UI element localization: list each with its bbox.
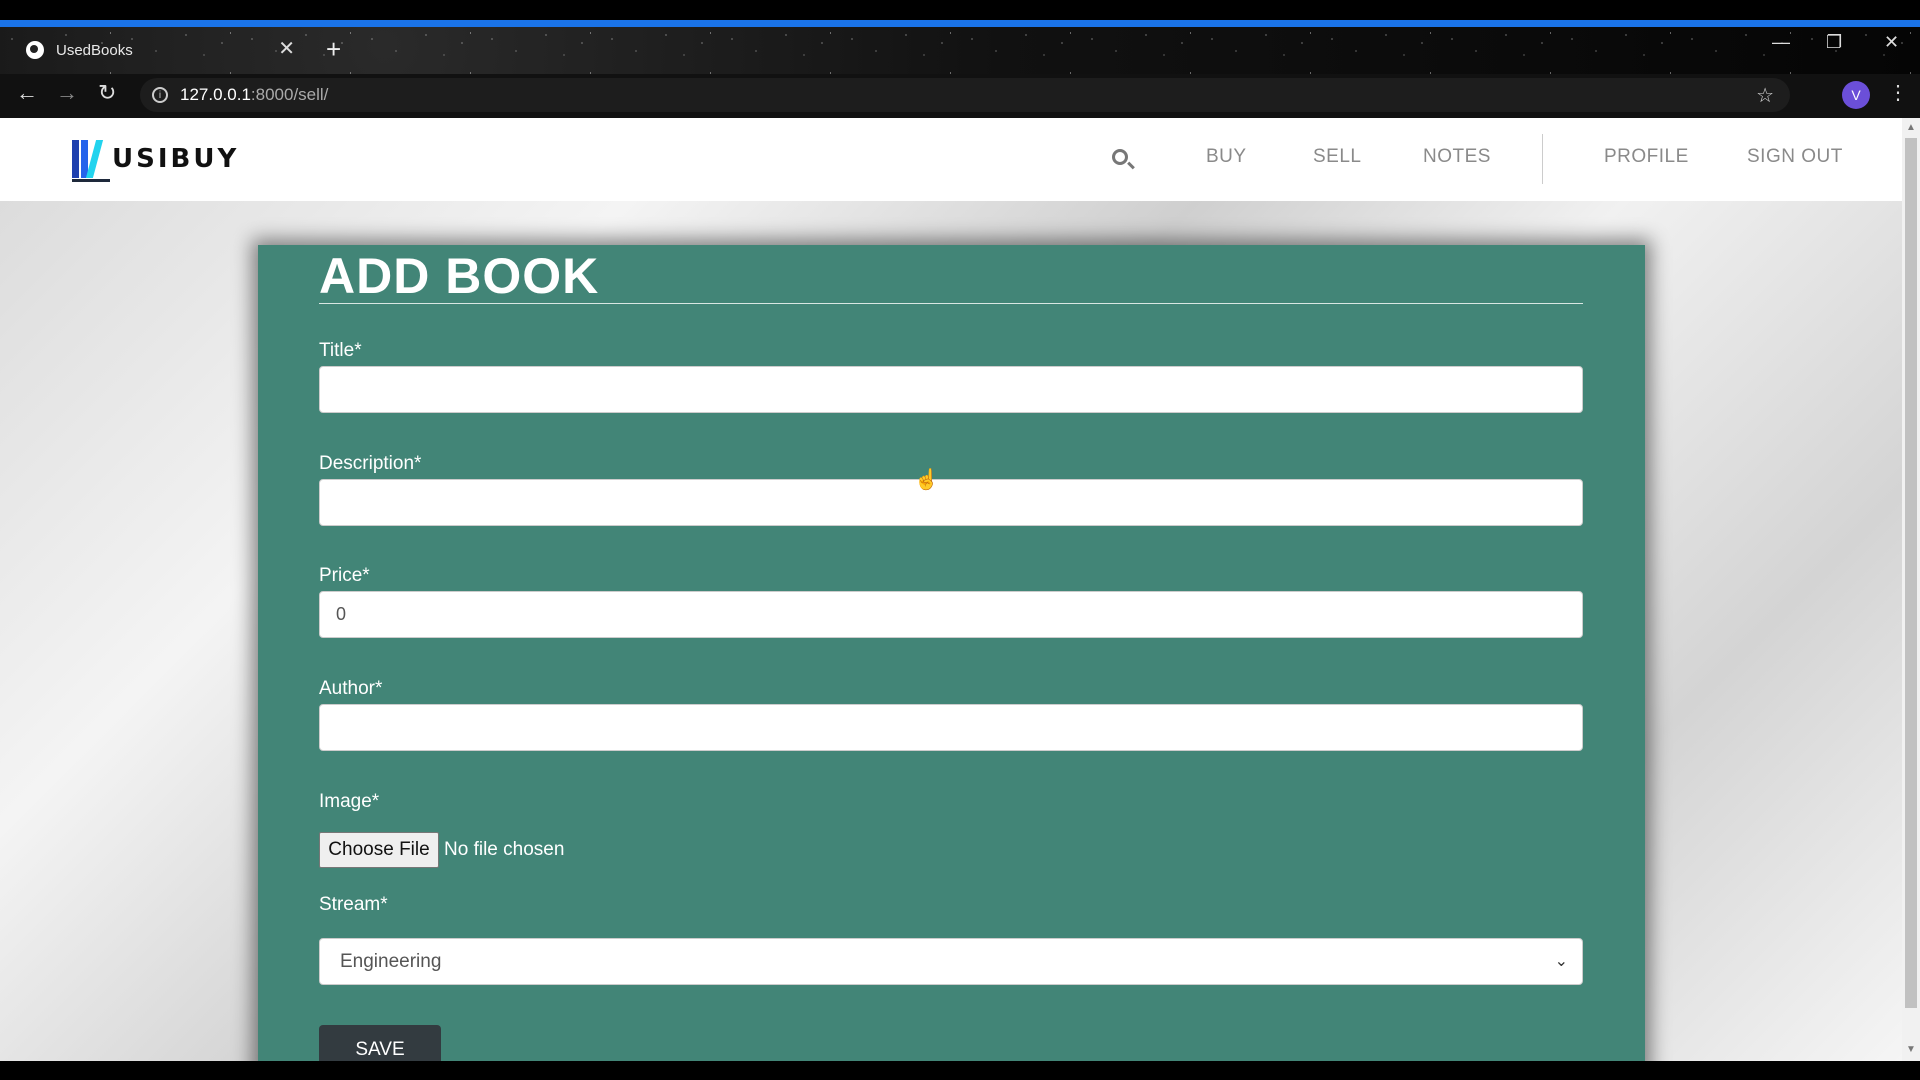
kebab-menu-icon[interactable]: ⋮ (1888, 80, 1908, 105)
browser-tab[interactable]: UsedBooks ✕ (12, 32, 307, 68)
form-heading: ADD BOOK (319, 248, 600, 304)
favicon-icon (26, 41, 44, 59)
nav-notes[interactable]: NOTES (1423, 146, 1491, 168)
file-status: No file chosen (444, 839, 565, 860)
browser-accent-bar (0, 20, 1920, 27)
page-scrollbar[interactable]: ▲ ▼ (1902, 118, 1920, 1061)
image-label: Image* (319, 791, 380, 812)
forward-icon[interactable]: → (56, 80, 78, 106)
bookmark-star-icon[interactable]: ☆ (1756, 83, 1774, 108)
author-label: Author* (319, 678, 383, 699)
close-window-icon[interactable]: ✕ (1884, 32, 1899, 53)
scrollbar-thumb[interactable] (1905, 138, 1917, 1008)
page-viewport: USIBUY BUY SELL NOTES PROFILE SIGN OUT A… (0, 118, 1902, 1061)
save-button[interactable]: SAVE (319, 1025, 441, 1061)
nav-sign-out[interactable]: SIGN OUT (1747, 146, 1843, 168)
scroll-up-icon[interactable]: ▲ (1906, 122, 1916, 133)
title-input[interactable] (319, 366, 1583, 413)
profile-avatar[interactable]: V (1842, 81, 1870, 109)
choose-file-button[interactable]: Choose File (319, 832, 439, 868)
nav-profile[interactable]: PROFILE (1604, 146, 1689, 168)
author-input[interactable] (319, 704, 1583, 751)
minimize-icon[interactable]: — (1772, 32, 1790, 53)
search-icon[interactable] (1112, 149, 1128, 165)
back-icon[interactable]: ← (16, 80, 38, 106)
url-host: 127.0.0.1 (180, 85, 251, 104)
window-bottom-strip (0, 1061, 1920, 1080)
hand-cursor-icon: ☝ (914, 469, 939, 491)
description-input[interactable] (319, 479, 1583, 526)
logo-text: USIBUY (112, 144, 240, 174)
site-header: USIBUY BUY SELL NOTES PROFILE SIGN OUT (0, 118, 1902, 201)
price-label: Price* (319, 565, 370, 586)
description-label: Description* (319, 453, 422, 474)
price-input[interactable] (319, 591, 1583, 638)
site-logo[interactable]: USIBUY (70, 136, 239, 182)
books-logo-icon (70, 136, 110, 182)
stream-select[interactable]: Engineering ⌄ (319, 938, 1583, 985)
stream-selected-value: Engineering (340, 950, 442, 972)
stream-label: Stream* (319, 894, 388, 915)
new-tab-button[interactable]: + (326, 34, 341, 65)
reload-icon[interactable]: ↻ (98, 80, 116, 106)
address-bar[interactable]: i 127.0.0.1:8000/sell/ ☆ (140, 78, 1790, 112)
add-book-form: ADD BOOK Title* Description* Price* Auth… (258, 245, 1645, 1061)
title-label: Title* (319, 340, 362, 361)
heading-divider (319, 303, 1583, 304)
tab-close-icon[interactable]: ✕ (278, 36, 295, 61)
info-icon[interactable]: i (152, 87, 168, 103)
scroll-down-icon[interactable]: ▼ (1906, 1044, 1916, 1055)
nav-sell[interactable]: SELL (1313, 146, 1361, 168)
window-top-strip (0, 0, 1920, 27)
nav-divider (1542, 134, 1543, 184)
nav-buy[interactable]: BUY (1206, 146, 1247, 168)
url-path: :8000/sell/ (250, 85, 329, 104)
tab-title: UsedBooks (56, 41, 133, 59)
chevron-down-icon: ⌄ (1554, 953, 1568, 970)
restore-icon[interactable]: ❐ (1826, 32, 1842, 53)
